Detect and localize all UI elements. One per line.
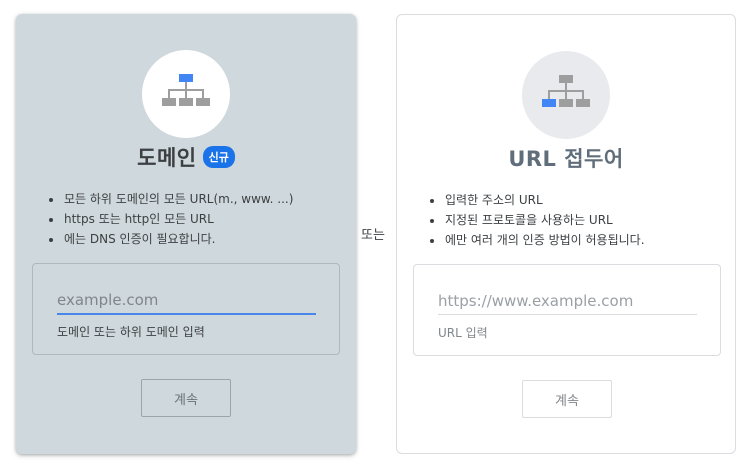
prefix-continue-button[interactable]: 계속 xyxy=(522,380,612,418)
url-input-helper: URL 입력 xyxy=(438,326,488,340)
list-item: 에만 여러 개의 인증 방법이 허용됩니다. xyxy=(427,230,719,250)
domain-input[interactable] xyxy=(57,286,316,314)
sitemap-icon xyxy=(162,74,210,106)
list-item: 에는 DNS 인증이 필요합니다. xyxy=(46,229,340,249)
list-item: https 또는 http인 모든 URL xyxy=(46,209,340,229)
new-badge: 신규 xyxy=(202,146,235,168)
domain-input-box: 도메인 또는 하위 도메인 입력 xyxy=(32,263,340,355)
domain-title: 도메인 xyxy=(137,146,197,170)
sitemap-icon xyxy=(542,75,590,107)
prefix-title: URL 접두어 xyxy=(508,147,624,171)
list-item: 입력한 주소의 URL xyxy=(427,190,719,210)
prefix-icon-circle xyxy=(522,51,610,139)
domain-property-card[interactable]: 도메인 신규 모든 하위 도메인의 모든 URL(m., www. ...) ht… xyxy=(16,14,356,454)
url-input-underline xyxy=(438,314,697,315)
domain-input-underline xyxy=(57,313,316,315)
list-item: 지정된 프로토콜을 사용하는 URL xyxy=(427,210,719,230)
list-item: 모든 하위 도메인의 모든 URL(m., www. ...) xyxy=(46,189,340,209)
domain-title-row: 도메인 신규 xyxy=(16,142,356,172)
prefix-title-row: URL 접두어 xyxy=(397,143,735,173)
prefix-input-box: URL 입력 xyxy=(413,264,721,356)
domain-icon-circle xyxy=(142,50,230,138)
url-prefix-property-card[interactable]: URL 접두어 입력한 주소의 URL 지정된 프로토콜을 사용하는 URL 에… xyxy=(396,14,736,454)
domain-feature-list: 모든 하위 도메인의 모든 URL(m., www. ...) https 또는… xyxy=(46,189,340,249)
domain-continue-button[interactable]: 계속 xyxy=(141,379,231,417)
prefix-feature-list: 입력한 주소의 URL 지정된 프로토콜을 사용하는 URL 에만 여러 개의 … xyxy=(427,190,719,250)
or-separator: 또는 xyxy=(361,228,385,243)
domain-input-helper: 도메인 또는 하위 도메인 입력 xyxy=(57,325,205,339)
url-input[interactable] xyxy=(438,287,697,315)
